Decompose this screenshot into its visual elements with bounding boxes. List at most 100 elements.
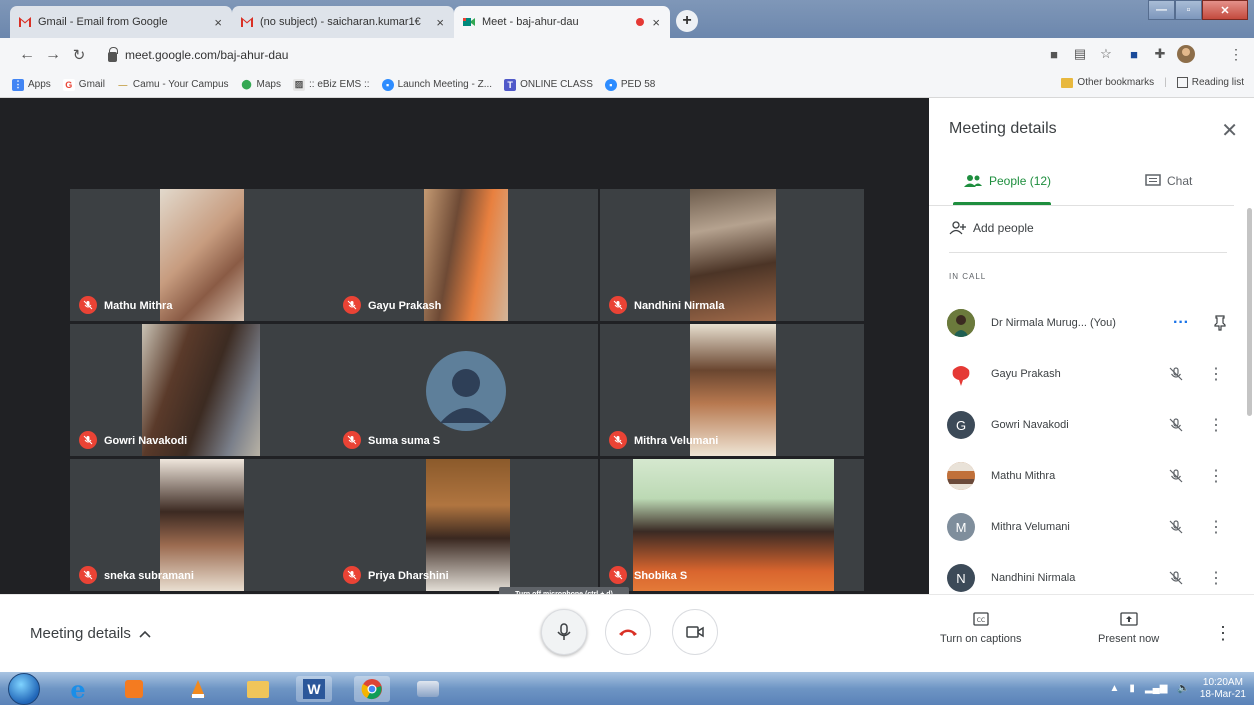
word-icon[interactable]: W bbox=[296, 676, 332, 702]
participant-tile[interactable]: Suma suma S bbox=[334, 324, 598, 456]
more-vertical-icon[interactable]: ⋮ bbox=[1205, 568, 1227, 588]
profile-avatar-icon bbox=[1177, 45, 1195, 63]
vlc-icon[interactable] bbox=[184, 676, 212, 702]
svg-text:CC: CC bbox=[977, 617, 985, 624]
tab-people[interactable]: People (12) bbox=[963, 174, 1051, 188]
present-label: Present now bbox=[1098, 633, 1160, 645]
browser-menu-icon[interactable]: ⋮ bbox=[1226, 44, 1246, 64]
participant-tile[interactable]: Shobika S bbox=[600, 459, 864, 591]
chrome-icon[interactable] bbox=[354, 676, 390, 702]
participant-avatar bbox=[947, 462, 975, 490]
bookmark-apps[interactable]: ⋮ Apps bbox=[12, 78, 51, 91]
more-vertical-icon[interactable]: ⋮ bbox=[1205, 517, 1227, 537]
reading-list[interactable]: Reading list bbox=[1176, 77, 1244, 88]
zoom-icon: ▪ bbox=[604, 78, 617, 91]
bookmark-maps[interactable]: ⬤ Maps bbox=[240, 78, 281, 91]
extension-icon[interactable]: ■ bbox=[1124, 44, 1144, 64]
mic-off-icon bbox=[1167, 570, 1185, 586]
url-field[interactable]: meet.google.com/baj-ahur-dau bbox=[108, 42, 1008, 68]
participant-name: Mathu Mithra bbox=[991, 470, 1056, 482]
participant-tile[interactable]: sneka subramani bbox=[70, 459, 334, 591]
camera-button[interactable] bbox=[672, 609, 718, 655]
tab-chat[interactable]: Chat bbox=[1145, 174, 1192, 188]
meet-icon bbox=[463, 18, 475, 26]
start-button-icon[interactable] bbox=[8, 673, 40, 705]
participant-row[interactable]: Dr Nirmala Murug... (You) ··· bbox=[947, 298, 1227, 348]
back-arrow-icon[interactable]: ← bbox=[14, 46, 40, 64]
tab-close-button[interactable]: × bbox=[650, 15, 662, 30]
bookmark-ebiz[interactable]: ▨ :: eBiz EMS :: bbox=[292, 78, 370, 91]
participant-tile[interactable]: Mithra Velumani bbox=[600, 324, 864, 456]
panel-scrollbar[interactable] bbox=[1247, 208, 1252, 416]
reload-icon[interactable]: ↻ bbox=[66, 46, 92, 64]
other-bookmarks[interactable]: Other bookmarks bbox=[1061, 77, 1154, 88]
more-vertical-icon[interactable]: ⋮ bbox=[1205, 415, 1227, 435]
bookmark-online-class[interactable]: T ONLINE CLASS bbox=[504, 78, 593, 91]
volume-icon[interactable]: 🔈 bbox=[1177, 683, 1189, 694]
gmail-icon bbox=[241, 17, 253, 27]
tab-meet[interactable]: Meet - baj-ahur-dau × bbox=[454, 6, 670, 38]
participant-tile[interactable]: Gowri Navakodi bbox=[70, 324, 334, 456]
participant-tile[interactable]: Nandhini Nirmala bbox=[600, 189, 864, 321]
participant-name: Mithra Velumani bbox=[991, 521, 1070, 533]
more-vertical-icon[interactable]: ⋮ bbox=[1205, 466, 1227, 486]
puzzle-icon[interactable]: ✚ bbox=[1150, 44, 1170, 64]
minimize-icon[interactable]: — bbox=[1148, 0, 1175, 20]
close-icon[interactable]: ✕ bbox=[1221, 118, 1238, 143]
divider bbox=[929, 205, 1234, 206]
more-horizontal-icon[interactable]: ··· bbox=[1173, 314, 1189, 332]
network-app-icon[interactable] bbox=[414, 676, 442, 702]
bookmark-label: Launch Meeting - Z... bbox=[397, 79, 493, 90]
add-people-button[interactable]: Add people bbox=[949, 221, 1034, 235]
tab-no-subject[interactable]: (no subject) - saicharan.kumar1€ × bbox=[232, 6, 454, 38]
internet-explorer-icon[interactable]: e bbox=[64, 675, 92, 704]
microphone-button[interactable] bbox=[541, 609, 587, 655]
leave-call-button[interactable] bbox=[605, 609, 651, 655]
bookmark-camu[interactable]: — Camu - Your Campus bbox=[116, 78, 229, 91]
forward-arrow-icon[interactable]: → bbox=[40, 46, 66, 64]
mic-muted-icon bbox=[343, 431, 361, 449]
translate-icon[interactable]: ▤ bbox=[1070, 44, 1090, 64]
pin-icon[interactable] bbox=[1213, 315, 1227, 331]
captions-button[interactable]: CC Turn on captions bbox=[940, 611, 1022, 645]
add-person-icon bbox=[949, 221, 966, 235]
network-signal-icon[interactable]: ▂▄▆ bbox=[1145, 683, 1167, 694]
participant-row[interactable]: Gayu Prakash ⋮ bbox=[947, 349, 1227, 399]
more-options-icon[interactable]: ⋮ bbox=[1214, 623, 1232, 644]
star-icon[interactable]: ☆ bbox=[1096, 44, 1116, 64]
participant-name: Shobika S bbox=[634, 570, 688, 582]
bookmark-ped58[interactable]: ▪ PED 58 bbox=[604, 78, 655, 91]
recording-indicator-icon bbox=[636, 18, 645, 26]
file-explorer-icon[interactable] bbox=[244, 676, 272, 702]
participant-row[interactable]: M Mithra Velumani ⋮ bbox=[947, 502, 1227, 552]
show-hidden-icons-icon[interactable]: ▲ bbox=[1110, 683, 1120, 694]
participant-name: Dr Nirmala Murug... (You) bbox=[991, 317, 1116, 329]
participant-row[interactable]: Mathu Mithra ⋮ bbox=[947, 451, 1227, 501]
participant-tile[interactable]: Mathu Mithra bbox=[70, 189, 334, 321]
tab-close-button[interactable]: × bbox=[434, 15, 446, 30]
map-pin-icon: ⬤ bbox=[240, 78, 253, 91]
bookmark-gmail[interactable]: G Gmail bbox=[62, 78, 105, 91]
clock[interactable]: 10:20AM 18-Mar-21 bbox=[1200, 677, 1246, 701]
participant-avatar: G bbox=[947, 411, 975, 439]
profile-avatar[interactable] bbox=[1176, 44, 1196, 64]
close-window-icon[interactable]: ✕ bbox=[1202, 0, 1248, 20]
camera-icon[interactable]: ■ bbox=[1044, 44, 1064, 64]
bookmark-zoom[interactable]: ▪ Launch Meeting - Z... bbox=[381, 78, 493, 91]
media-player-icon[interactable] bbox=[120, 676, 148, 702]
tray-app-icon[interactable]: ▮ bbox=[1129, 683, 1135, 694]
maximize-icon[interactable]: ▫ bbox=[1175, 0, 1202, 20]
tab-gmail[interactable]: Gmail - Email from Google × bbox=[10, 6, 232, 38]
meeting-details-toggle[interactable]: Meeting details bbox=[30, 625, 151, 642]
participant-tile[interactable]: Gayu Prakash bbox=[334, 189, 598, 321]
tab-close-button[interactable]: × bbox=[212, 15, 224, 30]
present-now-button[interactable]: Present now bbox=[1098, 611, 1159, 645]
more-vertical-icon[interactable]: ⋮ bbox=[1205, 364, 1227, 384]
participant-name: Priya Dharshini bbox=[368, 570, 449, 582]
new-tab-button[interactable]: + bbox=[676, 10, 698, 32]
participant-tile[interactable]: Priya Dharshini bbox=[334, 459, 598, 591]
tab-label: Chat bbox=[1167, 174, 1193, 188]
participant-avatar: M bbox=[947, 513, 975, 541]
mic-muted-icon bbox=[79, 296, 97, 314]
participant-row[interactable]: G Gowri Navakodi ⋮ bbox=[947, 400, 1227, 450]
